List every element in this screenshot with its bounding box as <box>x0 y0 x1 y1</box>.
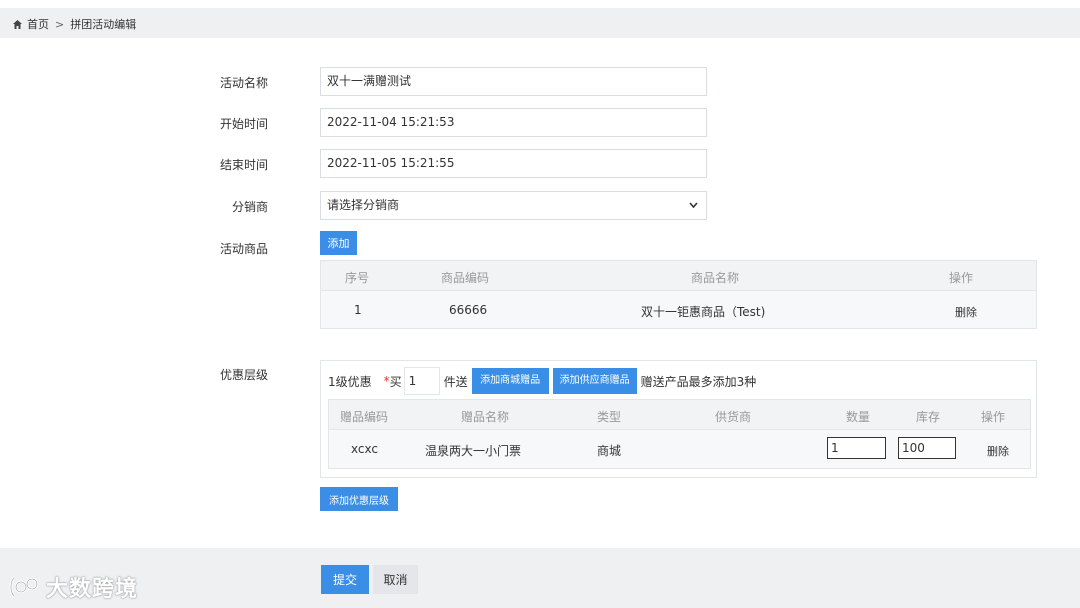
watermark-logo-icon <box>9 576 39 598</box>
footer-bar <box>0 548 1080 608</box>
gift-stock-input[interactable]: 100 <box>898 437 956 459</box>
gift-col-stock: 库存 <box>916 410 941 424</box>
gift-row-type: 商城 <box>597 444 622 458</box>
col-code-header: 商品编码 <box>441 271 490 285</box>
tier-label: 优惠层级 <box>219 368 268 382</box>
cancel-button[interactable]: 取消 <box>373 565 418 594</box>
gift-row-name: 温泉两大一小门票 <box>425 444 522 458</box>
distributor-select[interactable]: 请选择分销商 <box>320 191 707 220</box>
gift-col-action: 操作 <box>981 410 1006 424</box>
distributor-select-value: 请选择分销商 <box>327 198 400 212</box>
watermark: 大数跨境 <box>8 570 138 604</box>
submit-button[interactable]: 提交 <box>321 565 369 594</box>
col-index-header: 序号 <box>345 271 370 285</box>
watermark-text: 大数跨境 <box>46 577 139 602</box>
row-code: 66666 <box>449 303 488 317</box>
add-supplier-gift-button[interactable]: 添加供应商赠品 <box>552 368 637 394</box>
start-time-label: 开始时间 <box>219 117 268 131</box>
end-time-input[interactable]: 2022-11-05 15:21:55 <box>320 149 707 178</box>
add-product-button[interactable]: 添加 <box>320 231 357 255</box>
breadcrumb-home[interactable]: 首页 <box>27 16 49 32</box>
activity-name-input[interactable]: 双十一满赠测试 <box>320 67 707 96</box>
add-tier-button[interactable]: 添加优惠层级 <box>320 487 398 511</box>
buy-label: 买 <box>389 374 402 389</box>
add-mall-gift-button[interactable]: 添加商城赠品 <box>471 368 549 394</box>
gift-col-type: 类型 <box>597 410 622 424</box>
products-label: 活动商品 <box>219 242 268 256</box>
gift-col-name: 赠品名称 <box>461 410 510 424</box>
tier-rule-line: 1级优惠 * 买 1 件送 添加商城赠品 添加供应商赠品 赠送产品最多添加3种 <box>328 367 756 395</box>
breadcrumb-separator: > <box>55 17 65 31</box>
end-time-label: 结束时间 <box>219 158 268 172</box>
distributor-label: 分销商 <box>231 200 268 214</box>
tier-box: 1级优惠 * 买 1 件送 添加商城赠品 添加供应商赠品 赠送产品最多添加3种 … <box>320 360 1037 478</box>
gift-table-header: 赠品编码 赠品名称 类型 供货商 数量 库存 操作 <box>329 400 1030 430</box>
col-action-header: 操作 <box>949 271 974 285</box>
product-table-header: 序号 商品编码 商品名称 操作 <box>321 261 1036 291</box>
gift-col-supplier: 供货商 <box>715 410 752 424</box>
table-row: xcxc 温泉两大一小门票 商城 1 100 删除 <box>329 430 1030 468</box>
col-name-header: 商品名称 <box>691 271 740 285</box>
row-name: 双十一钜惠商品（Test) <box>641 305 766 319</box>
breadcrumb: 首页 > 拼团活动编辑 <box>12 16 136 32</box>
gift-col-qty: 数量 <box>846 410 871 424</box>
gift-table: 赠品编码 赠品名称 类型 供货商 数量 库存 操作 xcxc 温泉两大一小门票 … <box>328 399 1031 469</box>
delete-product-link[interactable]: 删除 <box>955 304 977 320</box>
activity-name-label: 活动名称 <box>219 76 268 90</box>
gift-limit-note: 赠送产品最多添加3种 <box>640 374 757 389</box>
gift-suffix-label: 件送 <box>443 374 468 389</box>
product-table: 序号 商品编码 商品名称 操作 1 66666 双十一钜惠商品（Test) 删除 <box>320 260 1037 329</box>
gift-quantity-input[interactable]: 1 <box>827 437 886 459</box>
gift-row-code: xcxc <box>351 442 378 456</box>
gift-col-code: 赠品编码 <box>340 410 389 424</box>
home-icon[interactable] <box>12 19 23 30</box>
row-index: 1 <box>354 303 362 317</box>
chevron-down-icon <box>689 192 698 230</box>
delete-gift-link[interactable]: 删除 <box>987 443 1009 459</box>
breadcrumb-current: 拼团活动编辑 <box>70 18 137 31</box>
buy-quantity-input[interactable]: 1 <box>403 367 440 395</box>
start-time-input[interactable]: 2022-11-04 15:21:53 <box>320 108 707 137</box>
tier-level-label: 1级优惠 <box>328 374 372 389</box>
breadcrumb-bar: 首页 > 拼团活动编辑 <box>0 8 1080 38</box>
table-row: 1 66666 双十一钜惠商品（Test) 删除 <box>321 291 1036 328</box>
